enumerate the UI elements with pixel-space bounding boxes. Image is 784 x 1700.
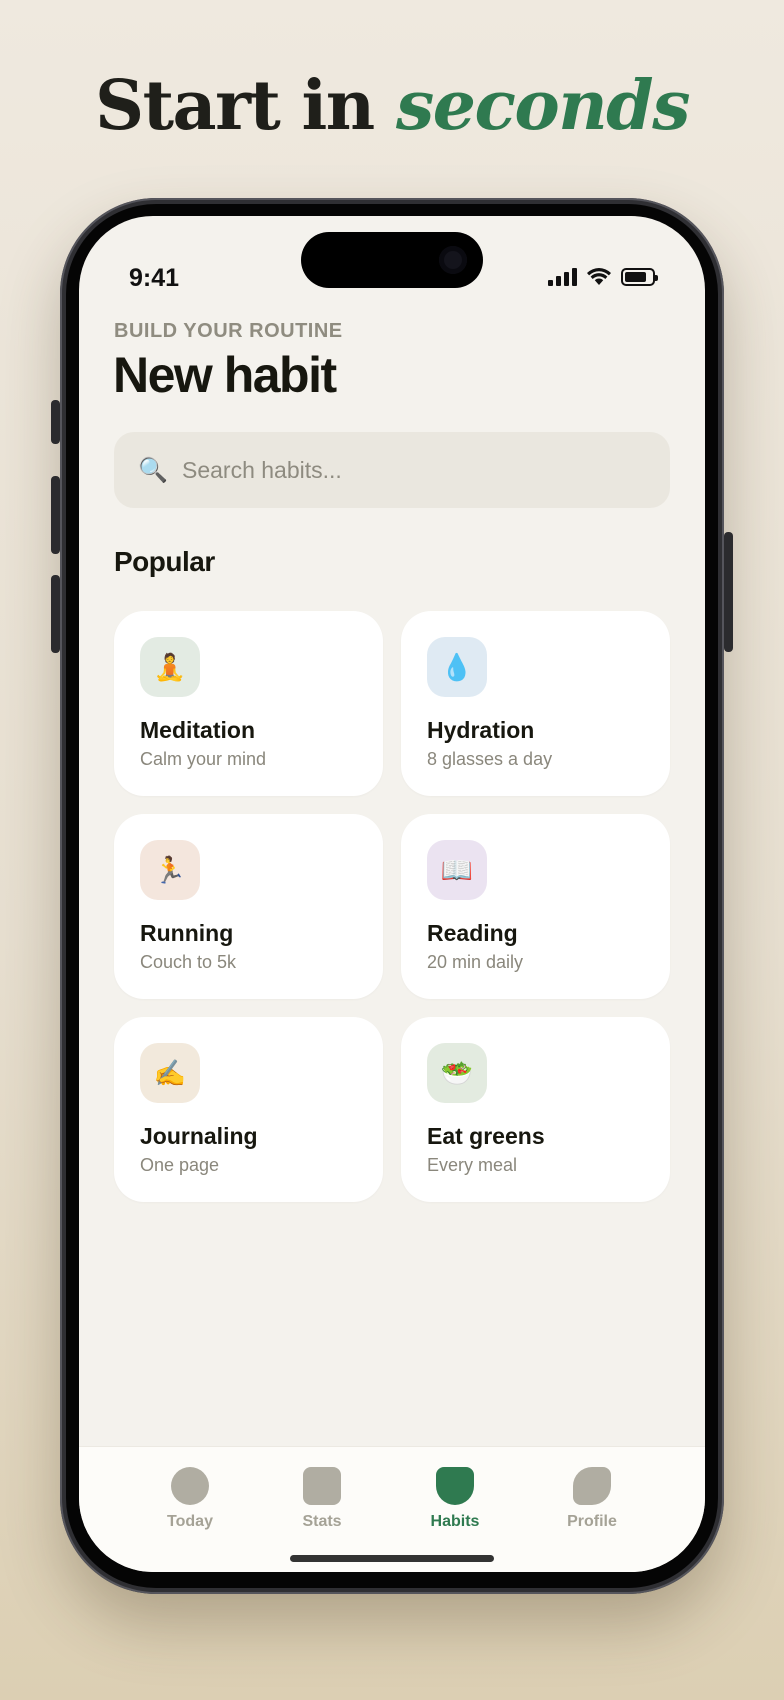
habit-card-meditation[interactable]: 🧘 Meditation Calm your mind [114, 611, 383, 796]
marketing-headline: Start in seconds [0, 66, 784, 146]
water-drop-icon: 💧 [427, 637, 487, 697]
search-bar[interactable]: 🔍 [114, 432, 670, 508]
battery-icon [621, 268, 658, 286]
habit-card-hydration[interactable]: 💧 Hydration 8 glasses a day [401, 611, 670, 796]
profile-leaf-icon [573, 1467, 611, 1505]
tab-label: Stats [302, 1513, 342, 1530]
tab-profile[interactable]: Profile [547, 1467, 637, 1531]
front-camera [439, 246, 467, 274]
habit-name: Journaling [140, 1123, 258, 1149]
tab-label: Habits [430, 1513, 480, 1530]
habit-card-reading[interactable]: 📖 Reading 20 min daily [401, 814, 670, 999]
action-button [51, 400, 60, 444]
habit-subtitle: Every meal [427, 1155, 518, 1175]
meditation-icon: 🧘 [140, 637, 200, 697]
runner-icon: 🏃 [140, 840, 200, 900]
habit-subtitle: 8 glasses a day [427, 749, 553, 769]
tab-label: Profile [567, 1513, 617, 1530]
salad-icon: 🥗 [427, 1043, 487, 1103]
habit-name: Reading [427, 920, 518, 946]
page-title: New habit [113, 347, 337, 403]
habit-card-running[interactable]: 🏃 Running Couch to 5k [114, 814, 383, 999]
page-eyebrow: BUILD YOUR ROUTINE [114, 320, 343, 342]
habit-name: Eat greens [427, 1123, 545, 1149]
power-button [724, 532, 733, 652]
tab-label: Today [167, 1513, 213, 1530]
status-icons [548, 268, 658, 286]
cellular-signal-icon [548, 268, 577, 286]
headline-prefix: Start in [94, 66, 375, 146]
habit-subtitle: One page [140, 1155, 220, 1175]
wifi-icon [587, 268, 611, 285]
tab-bar: Today Stats Habits Profile [79, 1446, 705, 1572]
habit-subtitle: 20 min daily [427, 952, 524, 972]
tab-habits[interactable]: Habits [410, 1467, 500, 1531]
volume-down-button [51, 575, 60, 653]
habit-name: Running [140, 920, 234, 946]
tab-today[interactable]: Today [145, 1467, 235, 1531]
habit-card-journaling[interactable]: ✍️ Journaling One page [114, 1017, 383, 1202]
dynamic-island [301, 232, 483, 288]
habit-subtitle: Calm your mind [140, 749, 267, 769]
open-book-icon: 📖 [427, 840, 487, 900]
section-title-popular: Popular [114, 546, 215, 577]
tab-stats[interactable]: Stats [277, 1467, 367, 1531]
today-circle-icon [171, 1467, 209, 1505]
app-screen: 9:41 BUILD YOUR ROUTINE New habit 🔍 Popu… [79, 216, 705, 1572]
writing-hand-icon: ✍️ [140, 1043, 200, 1103]
habits-shield-icon [436, 1467, 474, 1505]
habit-card-eat-greens[interactable]: 🥗 Eat greens Every meal [401, 1017, 670, 1202]
stats-square-icon [303, 1467, 341, 1505]
habit-name: Meditation [140, 717, 255, 743]
search-icon: 🔍 [138, 456, 168, 484]
home-indicator[interactable] [290, 1555, 494, 1562]
habit-grid: 🧘 Meditation Calm your mind 💧 Hydration … [114, 611, 670, 1202]
habit-subtitle: Couch to 5k [140, 952, 237, 972]
volume-up-button [51, 476, 60, 554]
habit-name: Hydration [427, 717, 535, 743]
headline-accent: seconds [395, 66, 691, 146]
status-time: 9:41 [129, 264, 180, 292]
search-input[interactable] [182, 456, 642, 484]
